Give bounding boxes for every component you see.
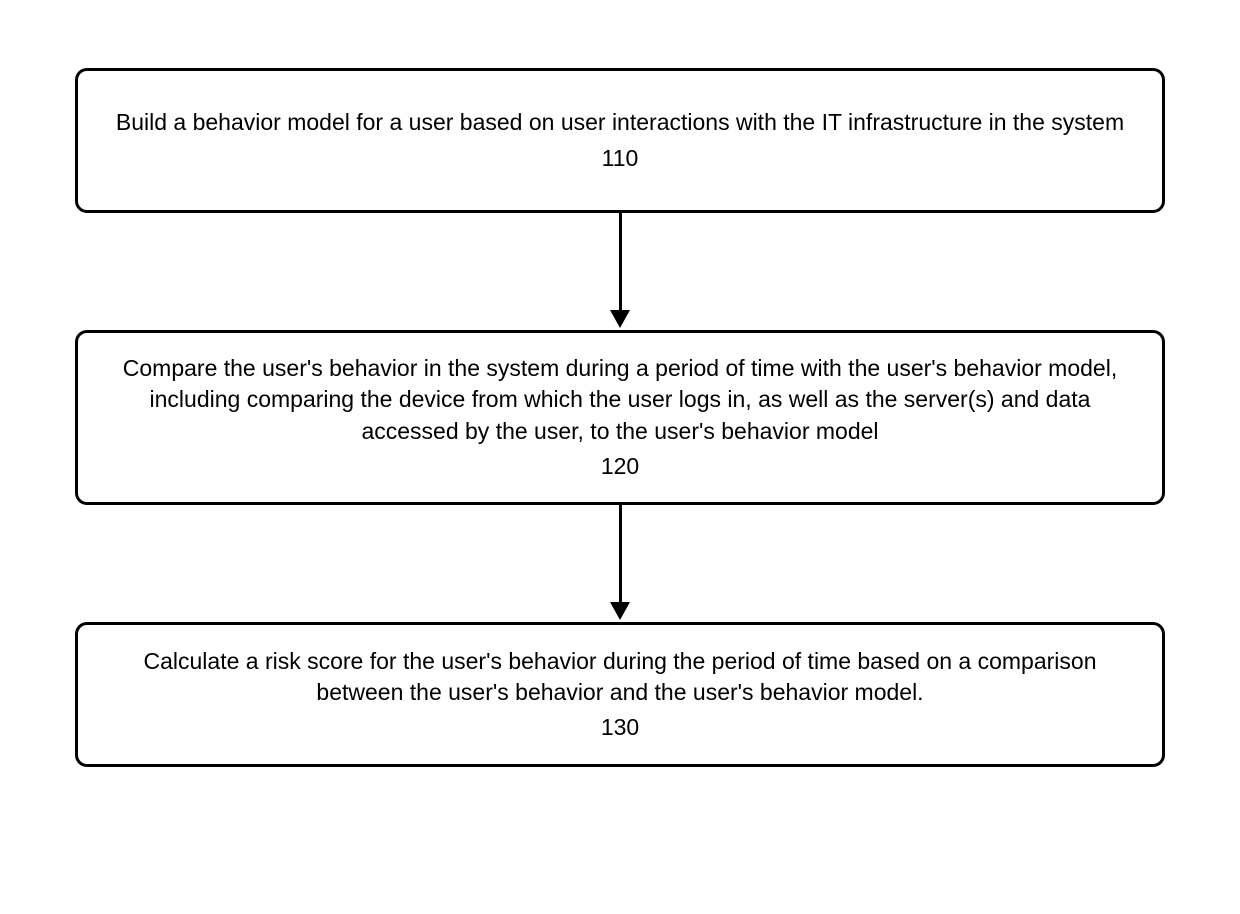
arrow-120-to-130 bbox=[619, 505, 622, 605]
arrow-head-110-to-120 bbox=[610, 310, 630, 328]
flow-step-130-text: Calculate a risk score for the user's be… bbox=[106, 646, 1134, 708]
flow-step-110-text: Build a behavior model for a user based … bbox=[116, 107, 1124, 138]
flow-step-120-text: Compare the user's behavior in the syste… bbox=[106, 353, 1134, 446]
flow-step-130: Calculate a risk score for the user's be… bbox=[75, 622, 1165, 767]
flow-step-120-number: 120 bbox=[601, 451, 639, 482]
arrow-110-to-120 bbox=[619, 213, 622, 313]
flow-step-120: Compare the user's behavior in the syste… bbox=[75, 330, 1165, 505]
flowchart-canvas: Build a behavior model for a user based … bbox=[0, 0, 1240, 914]
flow-step-110-number: 110 bbox=[602, 143, 639, 174]
flow-step-110: Build a behavior model for a user based … bbox=[75, 68, 1165, 213]
arrow-head-120-to-130 bbox=[610, 602, 630, 620]
flow-step-130-number: 130 bbox=[601, 712, 639, 743]
